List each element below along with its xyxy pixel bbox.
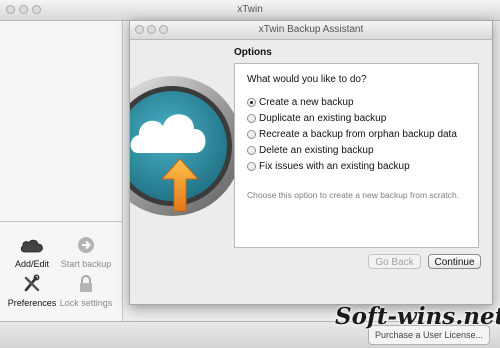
sidebar-item-start-backup[interactable]: Start backup <box>56 235 116 269</box>
sidebar-item-label: Add/Edit <box>14 259 50 269</box>
cloud-icon <box>20 239 43 253</box>
zoom-window-button[interactable] <box>32 5 41 14</box>
sidebar-item-add-edit[interactable]: Add/Edit <box>2 235 62 269</box>
minimize-dialog-button[interactable] <box>147 25 156 34</box>
close-window-button[interactable] <box>6 5 15 14</box>
option-label: Recreate a backup from orphan backup dat… <box>259 129 457 140</box>
option-delete-backup[interactable]: Delete an existing backup <box>247 144 374 158</box>
options-panel: What would you like to do? Create a new … <box>234 63 479 248</box>
arrow-circle-icon <box>78 237 94 253</box>
radio-button-selected[interactable] <box>247 97 256 107</box>
option-recreate-backup[interactable]: Recreate a backup from orphan backup dat… <box>247 128 457 142</box>
dialog-title: xTwin Backup Assistant <box>258 24 364 35</box>
sidebar-item-label: Preferences <box>7 298 57 308</box>
option-hint-text: Choose this option to create a new backu… <box>247 190 460 200</box>
sidebar-item-label: Lock settings <box>59 298 113 308</box>
options-heading: Options <box>234 47 272 58</box>
sidebar: Add/Edit Start backup Preferences Lock s… <box>0 21 123 321</box>
close-dialog-button[interactable] <box>135 25 144 34</box>
padlock-icon <box>80 275 92 292</box>
dialog-titlebar: xTwin Backup Assistant <box>130 21 492 40</box>
option-label: Duplicate an existing backup <box>259 113 387 124</box>
radio-button[interactable] <box>247 113 256 123</box>
option-create-new-backup[interactable]: Create a new backup <box>247 96 354 110</box>
watermark-text: Soft-wins.net <box>335 303 500 330</box>
radio-button[interactable] <box>247 161 256 171</box>
main-window-title: xTwin <box>237 4 263 15</box>
tools-icon <box>24 274 40 292</box>
option-label: Fix issues with an existing backup <box>259 161 410 172</box>
continue-button[interactable]: Continue <box>428 254 481 269</box>
option-fix-backup[interactable]: Fix issues with an existing backup <box>247 160 410 174</box>
sidebar-item-lock-settings[interactable]: Lock settings <box>56 274 116 308</box>
cloud-upload-icon <box>130 76 240 216</box>
minimize-window-button[interactable] <box>19 5 28 14</box>
radio-button[interactable] <box>247 129 256 139</box>
backup-assistant-dialog: xTwin Backup Assistant Options What woul… <box>129 20 493 305</box>
option-label: Create a new backup <box>259 97 354 108</box>
option-label: Delete an existing backup <box>259 145 374 156</box>
sidebar-item-preferences[interactable]: Preferences <box>2 274 62 308</box>
radio-button[interactable] <box>247 145 256 155</box>
zoom-dialog-button[interactable] <box>159 25 168 34</box>
go-back-button[interactable]: Go Back <box>368 254 421 269</box>
option-duplicate-backup[interactable]: Duplicate an existing backup <box>247 112 386 126</box>
main-titlebar: xTwin <box>0 0 500 21</box>
sidebar-item-label: Start backup <box>60 259 112 269</box>
sidebar-divider <box>0 221 122 222</box>
question-label: What would you like to do? <box>247 74 367 85</box>
